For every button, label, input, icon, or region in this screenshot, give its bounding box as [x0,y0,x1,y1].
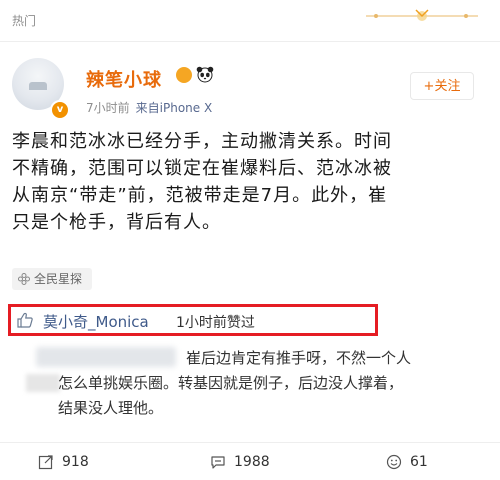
divider [0,442,500,443]
post-line: 李晨和范冰冰已经分手，主动撇清关系。时间 [12,131,392,152]
weibo-post-screen: 热门 v 辣笔小球 7小时前 来自iPhone X +关注 李晨和范冰冰已经分手，… [0,0,500,480]
flower-icon [18,273,30,285]
repost-count: 918 [62,454,89,470]
follow-button[interactable]: +关注 [410,72,474,100]
decorative-lights-icon [366,9,478,21]
comment-text: 崔后边肯定有推手呀，不然一个人 怎么单挑娱乐圈。转基因就是例子，后边没人撑着， … [56,346,486,421]
post-meta: 7小时前 来自iPhone X [86,99,212,116]
comment: 崔后边肯定有推手呀，不然一个人 怎么单挑娱乐圈。转基因就是例子，后边没人撑着， … [0,340,500,430]
verified-badge-icon: v [50,100,70,120]
post-line: 从南京“带走”前，范被带走是7月。此外，崔 [12,185,388,206]
thumbs-up-icon [17,312,33,328]
comment-button[interactable]: 1988 [210,450,270,474]
blurred-text [26,374,60,392]
panda-icon [196,66,214,83]
repost-icon [38,455,53,470]
divider [0,41,500,42]
comment-line: 结果没人理他。 [58,399,164,417]
vip-crown-icon [176,67,192,83]
like-count: 61 [410,454,428,470]
liked-time: 1小时前赞过 [176,315,255,331]
smile-like-icon [386,454,402,470]
like-button[interactable]: 61 [386,450,428,474]
topic-tag-label: 全民星探 [34,272,83,286]
comment-line: 怎么单挑娱乐圈。转基因就是例子，后边没人撑着， [58,374,404,392]
comment-line: 崔后边肯定有推手呀，不然一个人 [186,349,412,367]
action-bar: 918 1988 61 [0,446,500,476]
comment-icon [211,456,225,469]
repost-button[interactable]: 918 [38,450,89,474]
liker-name[interactable]: 莫小奇_Monica [43,311,149,332]
topic-tag[interactable]: 全民星探 [12,268,93,290]
liked-by-highlight: 莫小奇_Monica 1小时前赞过 [8,304,378,336]
avatar-figure [29,82,47,90]
post-line: 只是个枪手，背后有人。 [12,212,221,233]
hot-label: 热门 [12,14,37,28]
comment-count: 1988 [234,454,270,470]
post-text: 李晨和范冰冰已经分手，主动撇清关系。时间 不精确，范围可以锁定在崔爆料后、范冰冰… [12,128,482,236]
top-bar: 热门 [0,0,500,42]
username[interactable]: 辣笔小球 [86,66,162,92]
post-time: 7小时前 [86,101,130,115]
post-source[interactable]: 来自iPhone X [136,101,213,115]
post-line: 不精确，范围可以锁定在崔爆料后、范冰冰被 [12,158,392,179]
